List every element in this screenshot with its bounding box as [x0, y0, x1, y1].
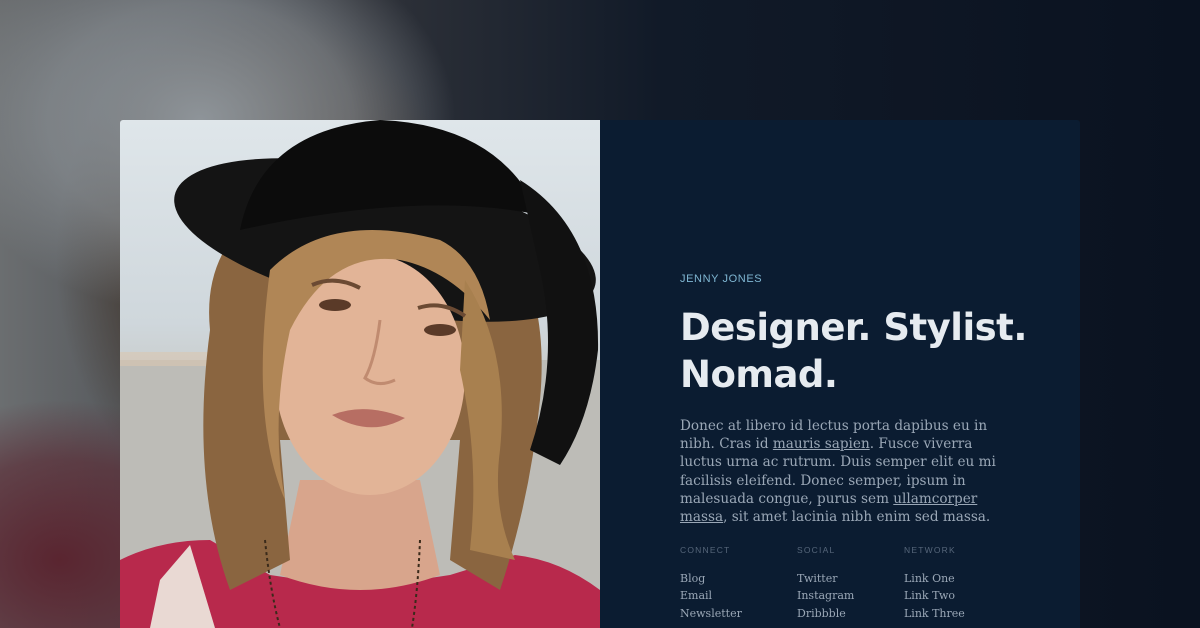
- connect-column: CONNECT Blog Email Newsletter: [680, 545, 742, 622]
- profile-headline: Designer. Stylist. Nomad.: [680, 306, 1027, 396]
- profile-name: JENNY JONES: [680, 273, 763, 285]
- link-one[interactable]: Link One: [904, 570, 965, 587]
- profile-photo: [120, 120, 600, 628]
- connect-heading: CONNECT: [680, 545, 731, 555]
- email-link[interactable]: Email: [680, 587, 742, 604]
- link-three[interactable]: Link Three: [904, 605, 965, 622]
- social-column: SOCIAL Twitter Instagram Dribbble: [797, 545, 854, 622]
- bio-text: , sit amet lacinia nibh enim sed massa.: [723, 509, 991, 526]
- instagram-link[interactable]: Instagram: [797, 587, 854, 604]
- link-two[interactable]: Link Two: [904, 587, 965, 604]
- blog-link[interactable]: Blog: [680, 570, 742, 587]
- newsletter-link[interactable]: Newsletter: [680, 605, 742, 622]
- network-heading: NETWORK: [904, 545, 956, 555]
- network-column: NETWORK Link One Link Two Link Three: [904, 545, 965, 622]
- social-heading: SOCIAL: [797, 545, 836, 555]
- profile-details-panel: JENNY JONES Designer. Stylist. Nomad. Do…: [600, 120, 1080, 628]
- profile-bio: Donec at libero id lectus porta dapibus …: [680, 417, 1000, 526]
- profile-card: JENNY JONES Designer. Stylist. Nomad. Do…: [120, 120, 1080, 628]
- bio-link-mauris-sapien[interactable]: mauris sapien: [773, 436, 870, 452]
- dribbble-link[interactable]: Dribbble: [797, 605, 854, 622]
- twitter-link[interactable]: Twitter: [797, 570, 854, 587]
